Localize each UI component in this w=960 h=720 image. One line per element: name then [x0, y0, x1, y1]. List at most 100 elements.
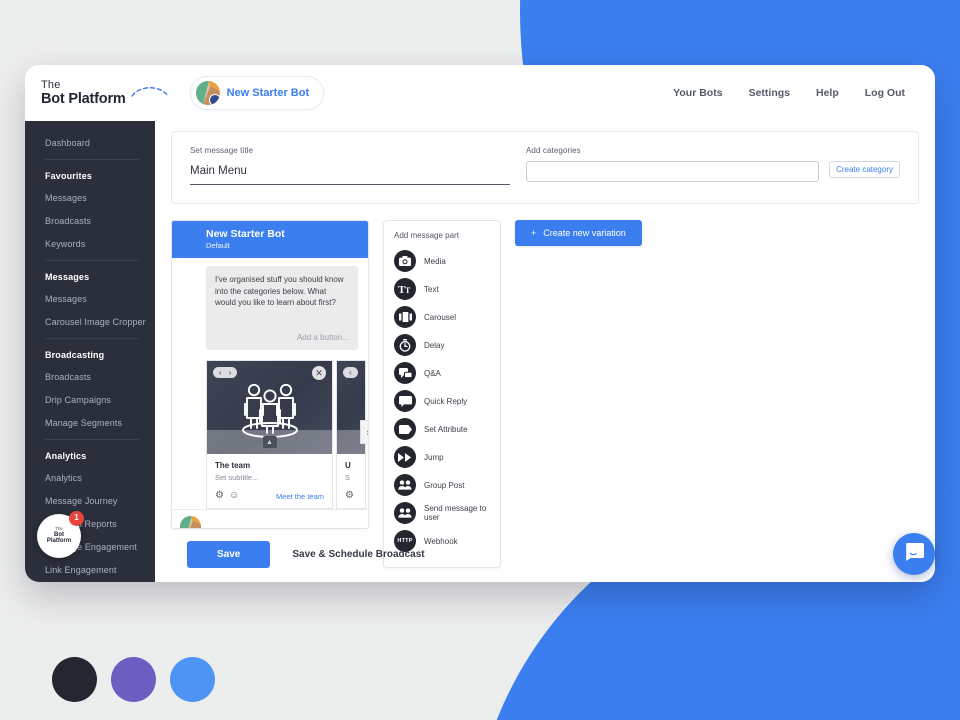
sidebar-divider — [45, 338, 139, 339]
create-category-button[interactable]: Create category — [829, 161, 900, 178]
message-part-text[interactable]: TT Text — [394, 275, 490, 303]
carousel-card-meta: The team Set subtitle... — [207, 454, 332, 486]
message-part-send-message-to-user[interactable]: Send message to user — [394, 499, 490, 527]
carousel-card-footer: ⚙ ☺ Meet the team — [207, 486, 332, 508]
text-message-part: I've organised stuff you should know int… — [172, 258, 368, 350]
message-part-delay[interactable]: Delay — [394, 331, 490, 359]
sidebar-heading-analytics: Analytics — [45, 451, 87, 461]
sidebar-item-manage-segments[interactable]: Manage Segments — [25, 411, 155, 434]
topnav-item-log-out[interactable]: Log Out — [865, 87, 905, 99]
sidebar-item-dashboard[interactable]: Dashboard — [25, 131, 155, 154]
message-part-media[interactable]: Media — [394, 247, 490, 275]
message-bubble[interactable]: I've organised stuff you should know int… — [206, 266, 358, 350]
sidebar-item-fav-keywords[interactable]: Keywords — [25, 232, 155, 255]
message-part-jump[interactable]: Jump — [394, 443, 490, 471]
emoji-icon[interactable]: ☺ — [229, 491, 239, 501]
sidebar-item-link-engagement[interactable]: Link Engagement — [25, 558, 155, 581]
carousel-card-nav[interactable]: ‹ — [343, 367, 358, 378]
svg-text:T: T — [405, 286, 411, 295]
message-part-label: Media — [424, 256, 446, 266]
sidebar-item-carousel-image-cropper[interactable]: Carousel Image Cropper — [25, 310, 155, 333]
topnav-item-your-bots[interactable]: Your Bots — [673, 87, 722, 99]
carousel-card[interactable]: ‹ › ✕ ▲ The team Set subtitle... ⚙ ☺ Mee… — [206, 360, 333, 509]
carousel-card-subtitle[interactable]: S — [345, 473, 357, 482]
message-part-carousel[interactable]: Carousel — [394, 303, 490, 331]
close-icon[interactable]: ✕ — [312, 366, 326, 380]
brand-line-2: Bot Platform — [41, 90, 126, 107]
gear-icon[interactable]: ⚙ — [345, 491, 354, 501]
carousel-message-part: ‹ › ✕ ▲ The team Set subtitle... ⚙ ☺ Mee… — [206, 360, 368, 509]
brand-logo[interactable]: The Bot Platform — [41, 78, 170, 107]
carousel-card-image[interactable]: ‹ › ✕ ▲ — [207, 361, 332, 454]
carousel-card-subtitle[interactable]: Set subtitle... — [215, 473, 324, 482]
message-part-set-attribute[interactable]: Set Attribute — [394, 415, 490, 443]
text-icon: TT — [394, 278, 416, 300]
stopwatch-icon — [394, 334, 416, 356]
topnav-item-help[interactable]: Help — [816, 87, 839, 99]
sidebar: Dashboard Favourites Messages Broadcasts… — [25, 121, 155, 582]
carousel-card-button-label[interactable]: Meet the team — [276, 492, 324, 501]
image-upload-strip[interactable]: ▲ — [207, 430, 332, 454]
form-actions: Save Save & Schedule Broadcast — [171, 529, 919, 582]
carousel-card-nav[interactable]: ‹ › — [213, 367, 238, 378]
message-part-qa[interactable]: Q&A — [394, 359, 490, 387]
add-button-hint[interactable]: Add a button... — [215, 332, 349, 344]
quick-reply-icon — [394, 390, 416, 412]
sidebar-item-message-journey[interactable]: Message Journey — [25, 489, 155, 512]
brand-line-1: The — [41, 78, 61, 91]
swatch-dark — [52, 657, 97, 702]
message-part-quick-reply[interactable]: Quick Reply — [394, 387, 490, 415]
help-widget-line-3: Platform — [46, 538, 72, 545]
sidebar-item-analytics[interactable]: Analytics — [25, 466, 155, 489]
image-icon[interactable]: ▲ — [262, 436, 277, 448]
create-new-variation-button[interactable]: + Create new variation — [515, 220, 642, 246]
sidebar-heading-favourites: Favourites — [45, 171, 93, 181]
sidebar-item-fav-messages[interactable]: Messages — [25, 186, 155, 209]
chevron-left-icon[interactable]: ‹ — [349, 368, 352, 377]
preview-bot-name: New Starter Bot — [206, 228, 285, 240]
bot-avatar — [180, 516, 201, 528]
save-button[interactable]: Save — [187, 541, 271, 568]
message-part-group-post[interactable]: Group Post — [394, 471, 490, 499]
chat-bubble-icon — [905, 542, 924, 566]
help-widget-launcher[interactable]: The Bot Platform 1 — [37, 511, 84, 558]
sidebar-item-drip-campaigns[interactable]: Drip Campaigns — [25, 388, 155, 411]
sidebar-divider — [45, 439, 139, 440]
group-icon — [394, 474, 416, 496]
message-part-label: Text — [424, 284, 439, 294]
message-part-label: Jump — [424, 452, 444, 462]
create-new-variation-label: Create new variation — [543, 228, 626, 238]
message-part-label: Q&A — [424, 368, 441, 378]
message-title-field-group: Set message title — [190, 146, 510, 185]
carousel-card-title[interactable]: U — [345, 461, 357, 470]
message-bubble-text: I've organised stuff you should know int… — [215, 275, 344, 308]
sidebar-item-messages[interactable]: Messages — [25, 287, 155, 310]
carousel-next-icon[interactable]: › — [360, 420, 368, 444]
message-part-label: Group Post — [424, 480, 465, 490]
add-message-part-title: Add message part — [394, 231, 459, 240]
carousel-icon — [394, 306, 416, 328]
carousel-card-title[interactable]: The team — [215, 461, 324, 470]
message-part-label: Send message to user — [424, 504, 487, 522]
help-widget-badge: 1 — [69, 511, 84, 526]
bot-name-label: New Starter Bot — [226, 87, 310, 99]
intercom-launcher[interactable] — [893, 533, 935, 575]
chevron-left-icon[interactable]: ‹ — [219, 368, 222, 377]
bot-selector-chip[interactable]: New Starter Bot — [189, 76, 325, 110]
topnav-item-settings[interactable]: Settings — [749, 87, 790, 99]
sidebar-item-broadcasts[interactable]: Broadcasts — [25, 365, 155, 388]
gear-icon[interactable]: ⚙ — [215, 491, 224, 501]
app-window: The Bot Platform New Starter Bot Your Bo… — [25, 65, 935, 582]
message-title-label: Set message title — [190, 146, 254, 155]
message-title-input[interactable] — [190, 162, 510, 185]
save-and-schedule-broadcast-button[interactable]: Save & Schedule Broadcast — [292, 549, 424, 560]
add-categories-input[interactable] — [526, 161, 820, 182]
preview-body: I've organised stuff you should know int… — [172, 258, 368, 528]
sidebar-item-fav-broadcasts[interactable]: Broadcasts — [25, 209, 155, 232]
message-part-label: Quick Reply — [424, 396, 468, 406]
main-content: Set message title Add categories Create … — [155, 121, 935, 582]
fast-forward-icon — [394, 446, 416, 468]
chevron-right-icon[interactable]: › — [229, 368, 232, 377]
plus-icon: + — [531, 228, 537, 238]
message-part-label: Carousel — [424, 312, 457, 322]
